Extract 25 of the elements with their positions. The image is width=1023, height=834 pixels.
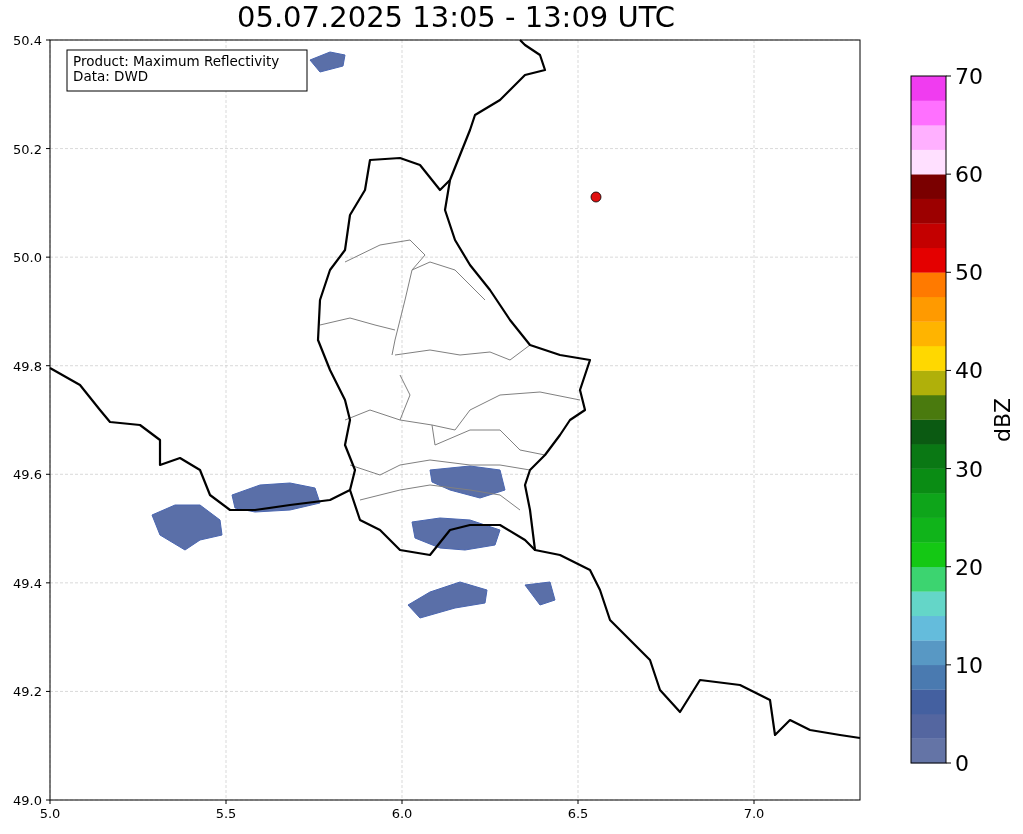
legend-box: Product: Maximum Reflectivity Data: DWD xyxy=(66,49,308,92)
tick-label: 49.6 xyxy=(13,467,42,483)
tick-label: 49.2 xyxy=(13,684,42,700)
tick-label: 49.8 xyxy=(13,358,42,374)
tick-label: 6.0 xyxy=(391,806,413,821)
tick-label: 20 xyxy=(955,554,983,580)
tick-label: 5.5 xyxy=(215,806,237,821)
tick-label: 5.0 xyxy=(39,806,61,821)
tick-label: 40 xyxy=(955,358,983,384)
tick-label: 60 xyxy=(955,162,983,188)
tick-label: 70 xyxy=(955,64,983,89)
tick-label: 6.5 xyxy=(567,806,589,821)
tick-label: 50 xyxy=(955,260,983,286)
tick-label: 0 xyxy=(955,751,969,776)
tick-label: 7.0 xyxy=(743,806,765,821)
colorbar-label: dBZ xyxy=(990,397,1015,443)
tick-label: 49.0 xyxy=(13,793,42,808)
tick-label: 49.4 xyxy=(13,575,42,591)
tick-label: 50.2 xyxy=(13,141,42,157)
tick-label: 10 xyxy=(955,652,983,678)
tick-label: 30 xyxy=(955,456,983,482)
marker-dot xyxy=(590,191,602,203)
chart-title: 05.07.2025 13:05 - 13:09 UTC xyxy=(237,0,675,34)
tick-label: 50.0 xyxy=(13,250,42,266)
tick-label: 50.4 xyxy=(13,34,42,48)
